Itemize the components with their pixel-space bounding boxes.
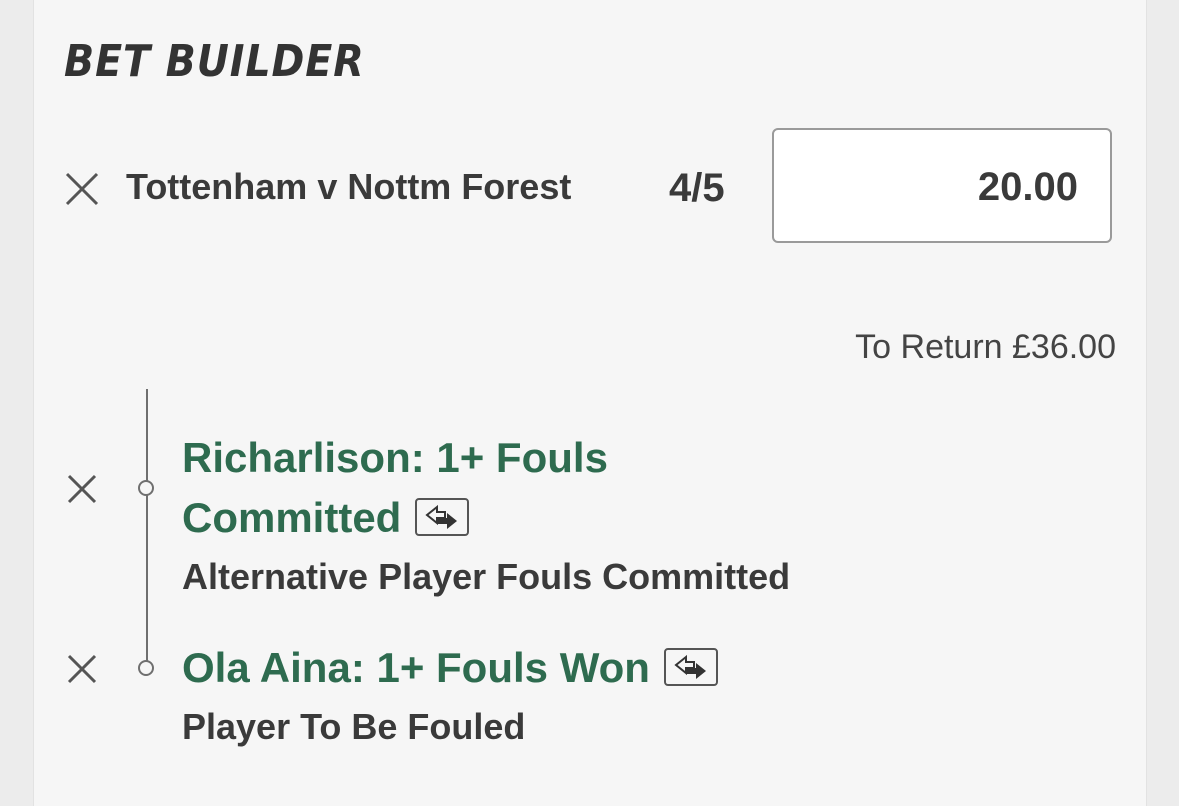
swap-arrows-icon[interactable] (415, 497, 470, 536)
leg-title-text: Committed (182, 494, 402, 541)
timeline-node (138, 480, 154, 496)
swap-arrows-icon[interactable] (663, 647, 718, 686)
remove-selection-close-icon[interactable] (65, 172, 99, 206)
leg-title-text: Ola Aina: 1+ Fouls Won (182, 644, 650, 691)
stake-input[interactable]: 20.00 (772, 128, 1112, 243)
odds-value: 4/5 (669, 166, 725, 210)
remove-leg-close-icon[interactable] (67, 474, 101, 508)
leg-title-line1: Ola Aina: 1+ Fouls Won (182, 638, 718, 698)
leg-market: Player To Be Fouled (182, 706, 526, 747)
event-name: Tottenham v Nottm Forest (126, 166, 572, 207)
stake-value: 20.00 (977, 165, 1078, 209)
leg-title-line1: Richarlison: 1+ Fouls (182, 434, 608, 481)
legs-timeline (146, 389, 148, 669)
leg-title-line2: Committed (182, 488, 470, 548)
remove-leg-close-icon[interactable] (67, 654, 101, 688)
leg-market: Alternative Player Fouls Committed (182, 556, 791, 597)
bet-builder-panel: BET BUILDER Tottenham v Nottm Forest 4/5… (33, 0, 1147, 806)
panel-title: BET BUILDER (64, 36, 365, 87)
to-return-text: To Return £36.00 (855, 328, 1116, 366)
timeline-node (138, 660, 154, 676)
